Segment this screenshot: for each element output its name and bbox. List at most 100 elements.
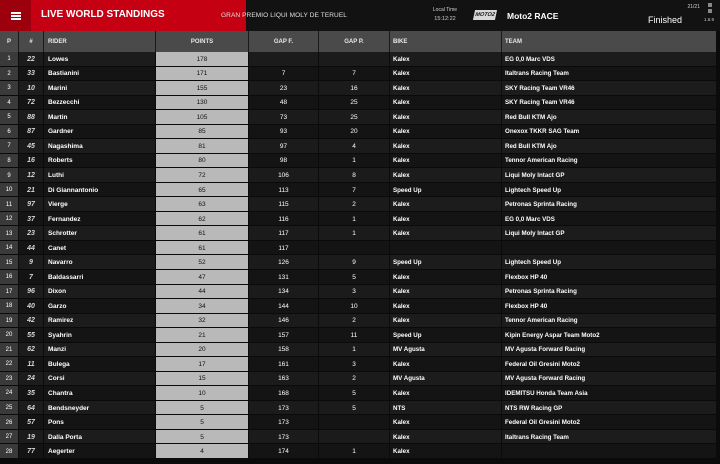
- table-row[interactable]: 22 11 Bulega 17 161 3 Kalex Federal Oil Gresini…: [0, 357, 716, 372]
- vertical-scrollbar[interactable]: [716, 31, 720, 464]
- table-row[interactable]: 18 40 Garzo 34 144 10 Kalex Flexbox HP 40: [0, 299, 716, 314]
- position-cell: 19: [0, 313, 18, 329]
- position-cell: 23: [0, 371, 18, 387]
- table-row[interactable]: 26 57 Pons 5 173 Kalex Federal Oil Gresini Mot…: [0, 415, 716, 430]
- points-cell: 80: [156, 153, 248, 169]
- position-cell: 1: [0, 52, 18, 67]
- column-header-position[interactable]: P: [0, 31, 18, 52]
- table-row[interactable]: 7 45 Nagashima 81 97 4 Kalex Red Bull KTM Ajo: [0, 139, 716, 154]
- team-cell: NTS RW Racing GP: [502, 400, 716, 416]
- points-cell: 85: [156, 124, 248, 140]
- table-row[interactable]: 13 23 Schrotter 61 117 1 Kalex Liqui Moly Intac…: [0, 226, 716, 241]
- table-row[interactable]: 3 10 Marini 155 23 16 Kalex SKY Racing Team VR4…: [0, 81, 716, 96]
- table-row[interactable]: 5 88 Martin 105 73 25 Kalex Red Bull KTM Ajo: [0, 110, 716, 125]
- rider-name-cell: Schrotter: [44, 226, 155, 241]
- bike-cell: Kalex: [390, 444, 501, 459]
- gap-previous-cell: 7: [319, 182, 389, 198]
- table-row[interactable]: 2 33 Bastianini 171 7 7 Kalex Italtrans Racing …: [0, 66, 716, 82]
- team-cell: Italtrans Racing Team: [502, 66, 716, 82]
- points-cell: 62: [156, 211, 248, 227]
- rider-number-cell: 19: [19, 429, 43, 445]
- bike-cell: Speed Up: [390, 328, 501, 343]
- rider-number-cell: 16: [19, 153, 43, 169]
- position-cell: 13: [0, 226, 18, 241]
- table-row[interactable]: 9 12 Luthi 72 106 8 Kalex Liqui Moly Intact GP: [0, 168, 716, 183]
- position-cell: 14: [0, 240, 18, 256]
- position-cell: 28: [0, 444, 18, 459]
- table-row[interactable]: 17 96 Dixon 44 134 3 Kalex Petronas Sprinta Rac…: [0, 284, 716, 300]
- team-cell: Lightech Speed Up: [502, 255, 716, 270]
- team-cell: Federal Oil Gresini Moto2: [502, 357, 716, 372]
- team-cell: Lightech Speed Up: [502, 182, 716, 198]
- points-cell: 44: [156, 284, 248, 300]
- column-header-gap-previous[interactable]: GAP P.: [319, 31, 389, 52]
- rider-name-cell: Dalla Porta: [44, 429, 155, 445]
- rider-name-cell: Fernandez: [44, 211, 155, 227]
- team-cell: Flexbox HP 40: [502, 269, 716, 285]
- rider-name-cell: Chantra: [44, 386, 155, 401]
- table-row[interactable]: 16 7 Baldassarri 47 131 5 Kalex Flexbox HP 40: [0, 269, 716, 285]
- rider-number-cell: 10: [19, 81, 43, 96]
- gap-previous-cell: 1: [319, 211, 389, 227]
- rider-number-cell: 33: [19, 66, 43, 82]
- points-cell: 61: [156, 226, 248, 241]
- column-header-bike[interactable]: BIKE: [390, 31, 501, 52]
- table-row[interactable]: 1 22 Lowes 178 Kalex EG 0,0 Marc VDS: [0, 52, 716, 67]
- table-row[interactable]: 14 44 Canet 61 117: [0, 240, 716, 256]
- table-row[interactable]: 10 21 Di Giannantonio 65 113 7 Speed Up Lightec…: [0, 182, 716, 198]
- gap-first-cell: 93: [249, 124, 318, 140]
- team-cell: Onexox TKKR SAG Team: [502, 124, 716, 140]
- gap-first-cell: 98: [249, 153, 318, 169]
- gap-first-cell: 126: [249, 255, 318, 270]
- gap-first-cell: 173: [249, 415, 318, 430]
- team-cell: Italtrans Racing Team: [502, 429, 716, 445]
- hamburger-menu-icon[interactable]: [0, 0, 31, 31]
- gap-previous-cell: [319, 240, 389, 256]
- gap-first-cell: 174: [249, 444, 318, 459]
- points-cell: 130: [156, 95, 248, 111]
- column-header-number[interactable]: #: [19, 31, 43, 52]
- column-header-team[interactable]: TEAM: [502, 31, 716, 52]
- session-name: Moto2 RACE: [507, 11, 559, 21]
- gap-previous-cell: 20: [319, 124, 389, 140]
- position-cell: 21: [0, 342, 18, 358]
- rider-number-cell: 77: [19, 444, 43, 459]
- table-row[interactable]: 28 77 Aegerter 4 174 1 Kalex: [0, 444, 716, 459]
- column-header-points[interactable]: POINTS: [156, 31, 248, 52]
- gap-first-cell: 134: [249, 284, 318, 300]
- column-header-gap-first[interactable]: GAP F.: [249, 31, 318, 52]
- lap-counter: 21/21: [687, 4, 700, 10]
- rider-number-cell: 12: [19, 168, 43, 183]
- table-row[interactable]: 23 24 Corsi 15 163 2 MV Agusta MV Agusta Forwar…: [0, 371, 716, 387]
- gap-previous-cell: 1: [319, 226, 389, 241]
- team-cell: Petronas Sprinta Racing: [502, 284, 716, 300]
- team-cell: [502, 240, 716, 256]
- table-row[interactable]: 24 35 Chantra 10 168 5 Kalex IDEMITSU Honda Tea…: [0, 386, 716, 401]
- table-row[interactable]: 20 55 Syahrin 21 157 11 Speed Up Kipin Energy A…: [0, 328, 716, 343]
- table-row[interactable]: 8 16 Roberts 80 98 1 Kalex Tennor American Raci…: [0, 153, 716, 169]
- position-cell: 4: [0, 95, 18, 111]
- bike-cell: Kalex: [390, 415, 501, 430]
- rider-name-cell: Garzo: [44, 299, 155, 314]
- table-row[interactable]: 6 87 Gardner 85 93 20 Kalex Onexox TKKR SAG Tea…: [0, 124, 716, 140]
- table-row[interactable]: 4 72 Bezzecchi 130 48 25 Kalex SKY Racing Team …: [0, 95, 716, 111]
- table-row[interactable]: 19 42 Ramirez 32 146 2 Kalex Tennor American Ra…: [0, 313, 716, 329]
- rider-number-cell: 9: [19, 255, 43, 270]
- table-row[interactable]: 11 97 Vierge 63 115 2 Kalex Petronas Sprinta Ra…: [0, 197, 716, 212]
- table-row[interactable]: 27 19 Dalla Porta 5 173 Kalex Italtrans Racing…: [0, 429, 716, 445]
- rider-name-cell: Gardner: [44, 124, 155, 140]
- column-header-rider[interactable]: RIDER: [44, 31, 155, 52]
- team-cell: Flexbox HP 40: [502, 299, 716, 314]
- rider-number-cell: 11: [19, 357, 43, 372]
- team-cell: Red Bull KTM Ajo: [502, 139, 716, 154]
- window-handle-icon[interactable]: [705, 3, 715, 15]
- table-row[interactable]: 12 37 Fernandez 62 116 1 Kalex EG 0,0 Marc VDS: [0, 211, 716, 227]
- position-cell: 15: [0, 255, 18, 270]
- rider-name-cell: Pons: [44, 415, 155, 430]
- table-row[interactable]: 15 9 Navarro 52 126 9 Speed Up Lightech Speed U…: [0, 255, 716, 270]
- table-row[interactable]: 21 62 Manzi 20 158 1 MV Agusta MV Agusta Forwar…: [0, 342, 716, 358]
- bike-cell: [390, 240, 501, 256]
- rider-name-cell: Ramirez: [44, 313, 155, 329]
- bike-cell: Kalex: [390, 197, 501, 212]
- table-row[interactable]: 25 64 Bendsneyder 5 173 5 NTS NTS RW Racing GP: [0, 400, 716, 416]
